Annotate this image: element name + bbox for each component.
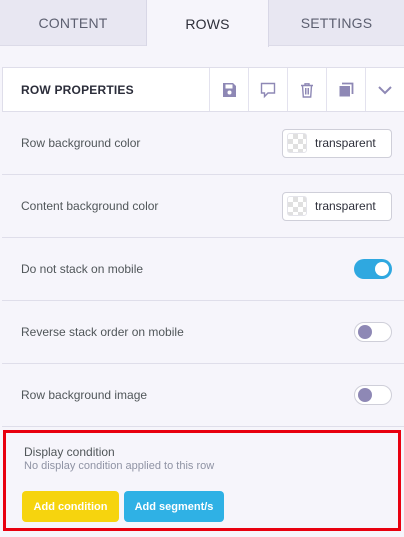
display-condition-subtitle: No display condition applied to this row [24, 460, 215, 472]
row-background-color-value: transparent [315, 136, 376, 150]
collapse-button[interactable] [365, 68, 404, 111]
content-background-color-picker[interactable]: transparent [282, 191, 392, 221]
reverse-stack-setting: Reverse stack order on mobile [2, 301, 404, 364]
reverse-stack-toggle[interactable] [354, 322, 392, 342]
comment-button[interactable] [248, 68, 287, 111]
duplicate-icon [339, 82, 354, 96]
add-condition-button[interactable]: Add condition [22, 491, 119, 522]
transparent-swatch-icon [287, 196, 307, 216]
duplicate-button[interactable] [326, 68, 365, 111]
save-icon [223, 82, 236, 97]
save-button[interactable] [209, 68, 248, 111]
content-background-color-setting: Content background color transparent [2, 175, 404, 238]
do-not-stack-toggle[interactable] [354, 259, 392, 279]
toggle-knob [358, 325, 372, 339]
delete-button[interactable] [287, 68, 326, 111]
row-background-color-picker[interactable]: transparent [282, 128, 392, 158]
chevron-down-icon [378, 85, 392, 94]
display-condition-title: Display condition [24, 445, 115, 459]
tab-settings[interactable]: SETTINGS [269, 0, 404, 46]
row-background-image-setting: Row background image [2, 364, 404, 427]
do-not-stack-setting: Do not stack on mobile [2, 238, 404, 301]
tab-bar: CONTENT ROWS SETTINGS [0, 0, 404, 47]
add-segment-button[interactable]: Add segment/s [124, 491, 224, 522]
tab-content[interactable]: CONTENT [0, 0, 147, 46]
tab-rows[interactable]: ROWS [147, 0, 269, 47]
content-background-color-value: transparent [315, 199, 376, 213]
do-not-stack-label: Do not stack on mobile [21, 262, 144, 276]
toggle-knob [358, 388, 372, 402]
row-background-image-label: Row background image [21, 388, 148, 402]
trash-icon [301, 82, 313, 98]
toggle-knob [375, 262, 389, 276]
transparent-swatch-icon [287, 133, 307, 153]
comment-icon [260, 82, 276, 98]
row-properties-title: ROW PROPERTIES [21, 82, 134, 97]
reverse-stack-label: Reverse stack order on mobile [21, 325, 184, 339]
row-properties-header: ROW PROPERTIES [2, 67, 404, 112]
display-condition-section: Display condition No display condition a… [3, 430, 401, 531]
row-background-color-setting: Row background color transparent [2, 112, 404, 175]
row-background-image-toggle[interactable] [354, 385, 392, 405]
